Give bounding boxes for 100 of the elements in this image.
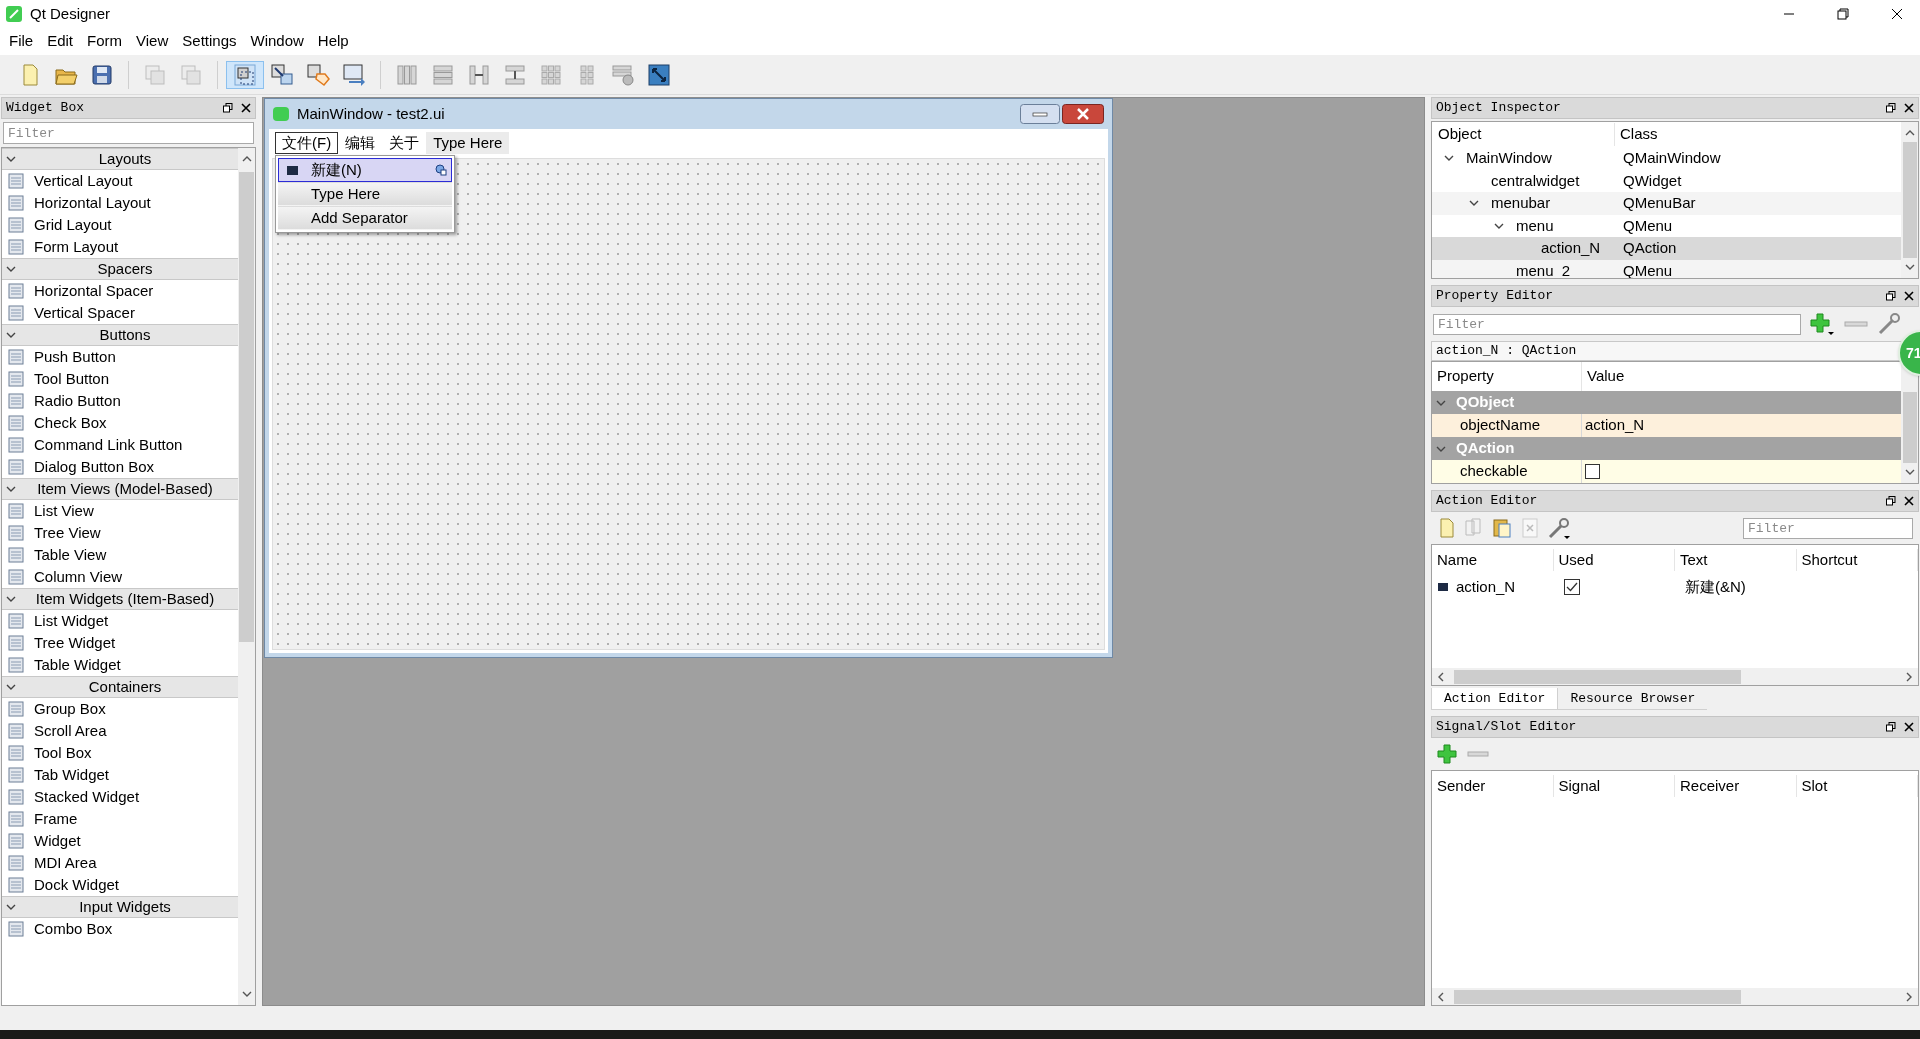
signal-slot-icon[interactable] <box>269 61 295 88</box>
add-icon[interactable] <box>1437 743 1459 765</box>
float-icon[interactable] <box>223 103 233 113</box>
tab[interactable]: Action Editor <box>1431 688 1559 710</box>
tree-row[interactable]: menubar QMenuBar <box>1432 192 1901 215</box>
widget-item[interactable]: Group Box <box>2 698 238 720</box>
widget-item[interactable]: List Widget <box>2 610 238 632</box>
widget-item[interactable]: Check Box <box>2 412 238 434</box>
widget-item[interactable]: Tab Widget <box>2 764 238 786</box>
widget-item[interactable]: Form Layout <box>2 236 238 258</box>
widget-item[interactable]: Radio Button <box>2 390 238 412</box>
widget-item[interactable]: Widget <box>2 830 238 852</box>
widget-item[interactable]: Vertical Layout <box>2 170 238 192</box>
category-header[interactable]: Layouts <box>2 148 238 170</box>
column-header[interactable]: Shortcut <box>1796 548 1918 572</box>
column-header[interactable]: Signal <box>1553 774 1675 798</box>
widget-item[interactable]: Column View <box>2 566 238 588</box>
form-menu-item[interactable]: Type Here <box>426 132 510 154</box>
chevron-icon[interactable] <box>6 682 16 692</box>
category-header[interactable]: Item Widgets (Item-Based) <box>2 588 238 610</box>
chevron-icon[interactable] <box>6 484 16 494</box>
float-icon[interactable] <box>1886 496 1896 506</box>
form-menu-item[interactable]: 文件(F) <box>275 132 339 154</box>
widget-item[interactable]: Vertical Spacer <box>2 302 238 324</box>
widget-item[interactable]: Tool Button <box>2 368 238 390</box>
checkbox[interactable] <box>1585 464 1600 479</box>
tree-row[interactable]: action_N QAction <box>1432 237 1901 260</box>
scroll-up-icon[interactable] <box>241 154 252 164</box>
close-icon[interactable] <box>1904 291 1914 301</box>
widget-item[interactable]: Table Widget <box>2 654 238 676</box>
category-header[interactable]: Buttons <box>2 324 238 346</box>
category-header[interactable]: Item Views (Model-Based) <box>2 478 238 500</box>
widget-item[interactable]: Tree View <box>2 522 238 544</box>
scroll-right-icon[interactable] <box>1904 991 1914 1002</box>
used-checkbox[interactable] <box>1564 579 1580 595</box>
widget-item[interactable]: Horizontal Spacer <box>2 280 238 302</box>
property-value[interactable]: action_N <box>1582 414 1645 437</box>
filter-field[interactable]: Filter <box>1433 313 1801 335</box>
float-icon[interactable] <box>1886 722 1896 732</box>
scroll-right-icon[interactable] <box>1904 671 1914 682</box>
category-header[interactable]: Input Widgets <box>2 896 238 918</box>
popup-menu-item[interactable]: 新建(N) <box>278 158 452 182</box>
close-icon[interactable] <box>1904 496 1914 506</box>
widget-item[interactable]: Grid Layout <box>2 214 238 236</box>
buddy-icon[interactable] <box>305 61 331 88</box>
close-icon[interactable] <box>1904 722 1914 732</box>
column-header[interactable]: Value <box>1582 365 1625 388</box>
close-icon[interactable] <box>1062 104 1104 124</box>
column-header[interactable]: Sender <box>1432 774 1554 798</box>
widget-item[interactable]: Tool Box <box>2 742 238 764</box>
close-icon[interactable] <box>1904 103 1914 113</box>
adjust-size-icon[interactable] <box>646 61 672 88</box>
column-header[interactable]: Slot <box>1796 774 1918 798</box>
scroll-left-icon[interactable] <box>1436 991 1446 1002</box>
widget-item[interactable]: Push Button <box>2 346 238 368</box>
chevron-icon[interactable] <box>6 594 16 604</box>
chevron-icon[interactable] <box>6 154 16 164</box>
widget-editing-icon[interactable] <box>232 61 258 88</box>
popup-menu-item[interactable]: Type Here <box>278 182 452 206</box>
popup-menu-item[interactable]: Add Separator <box>278 206 452 230</box>
close-icon[interactable] <box>241 103 251 113</box>
scroll-down-icon[interactable] <box>1904 262 1915 272</box>
column-header[interactable]: Name <box>1432 548 1554 572</box>
tab[interactable]: Resource Browser <box>1558 688 1708 710</box>
column-header[interactable]: Receiver <box>1675 774 1797 798</box>
chevron-icon[interactable] <box>6 902 16 912</box>
add-icon[interactable] <box>1809 312 1835 336</box>
menu-item[interactable]: Form <box>80 30 130 53</box>
menu-item[interactable]: File <box>2 30 41 53</box>
category-header[interactable]: Spacers <box>2 258 238 280</box>
scroll-up-icon[interactable] <box>1904 128 1915 138</box>
widget-item[interactable]: Horizontal Layout <box>2 192 238 214</box>
widget-item[interactable]: Combo Box <box>2 918 238 940</box>
column-header[interactable]: Object <box>1432 123 1615 146</box>
column-header[interactable]: Used <box>1553 548 1675 572</box>
paste-icon[interactable] <box>1491 517 1513 539</box>
tab-order-icon[interactable] <box>341 61 367 88</box>
form-menu-item[interactable]: 编辑 <box>338 132 383 154</box>
column-header[interactable]: Class <box>1615 123 1658 146</box>
chevron-icon[interactable] <box>6 264 16 274</box>
chevron-icon[interactable] <box>6 330 16 340</box>
widget-item[interactable]: Scroll Area <box>2 720 238 742</box>
scroll-down-icon[interactable] <box>241 989 252 999</box>
scrollbar-thumb[interactable] <box>239 172 254 642</box>
widget-item[interactable]: Tree Widget <box>2 632 238 654</box>
menu-item[interactable]: Settings <box>175 30 244 53</box>
scroll-left-icon[interactable] <box>1436 671 1446 682</box>
menu-item[interactable]: Edit <box>40 30 81 53</box>
widget-item[interactable]: Table View <box>2 544 238 566</box>
action-name[interactable]: action_N <box>1456 575 1516 599</box>
scrollbar-thumb[interactable] <box>1454 989 1741 1004</box>
column-header[interactable]: Text <box>1675 548 1797 572</box>
form-menu-item[interactable]: 关于 <box>382 132 427 154</box>
menu-item[interactable]: Window <box>243 30 311 53</box>
scroll-down-icon[interactable] <box>1904 467 1915 477</box>
widget-item[interactable]: Command Link Button <box>2 434 238 456</box>
menu-item[interactable]: Help <box>310 30 356 53</box>
widget-item[interactable]: List View <box>2 500 238 522</box>
category-header[interactable]: Containers <box>2 676 238 698</box>
float-icon[interactable] <box>1886 103 1896 113</box>
